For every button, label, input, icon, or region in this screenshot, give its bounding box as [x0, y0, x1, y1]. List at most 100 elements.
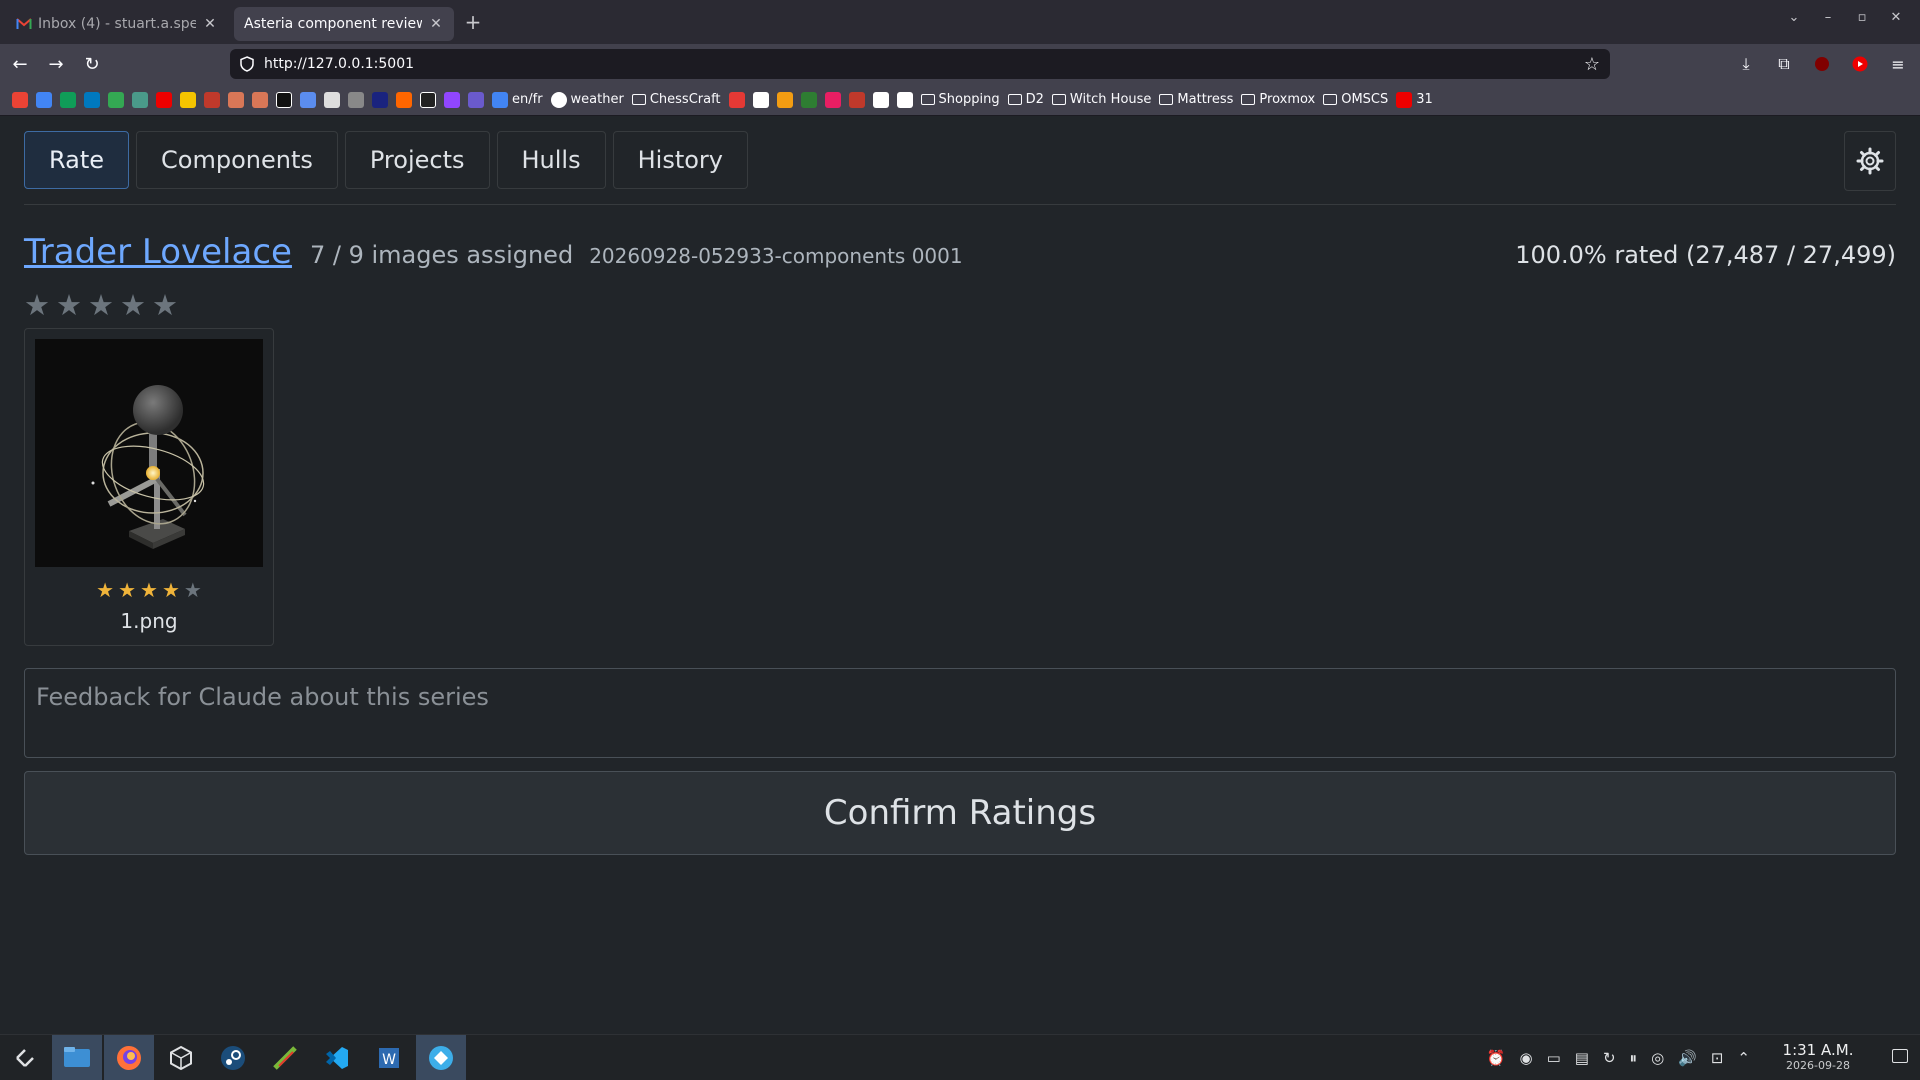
x-bookmark-icon[interactable]	[848, 91, 865, 108]
app-icon[interactable]	[260, 1035, 310, 1080]
firefox-icon[interactable]	[104, 1034, 154, 1080]
app-launcher-icon[interactable]	[0, 1035, 50, 1080]
tab-list-icon[interactable]: ⌄	[1784, 10, 1804, 25]
openai-bookmark-icon[interactable]	[324, 91, 340, 108]
extensions-icon[interactable]: ⧉	[1772, 48, 1796, 80]
claude-bookmark-icon[interactable]	[252, 91, 268, 108]
app-bookmark-icon[interactable]	[824, 91, 841, 108]
bookmark-enfr[interactable]: en/fr	[492, 91, 543, 108]
bookmark-folder-witch-house[interactable]: Witch House	[1051, 92, 1151, 107]
volume-icon[interactable]: 🔊	[1678, 1049, 1697, 1067]
close-window-icon[interactable]: ✕	[1886, 10, 1906, 25]
close-tab-icon[interactable]: ✕	[202, 16, 218, 32]
star-4[interactable]: ★	[162, 578, 180, 602]
vpn-icon[interactable]: ◉	[1520, 1049, 1533, 1067]
app-bookmark-icon[interactable]	[348, 91, 364, 108]
ublock-icon[interactable]	[1810, 48, 1834, 80]
browser-tab-asteria[interactable]: Asteria component review ✕	[234, 7, 454, 41]
forward-icon[interactable]: →	[40, 48, 72, 80]
settings-button[interactable]	[1844, 131, 1896, 191]
series-title-link[interactable]: Trader Lovelace	[24, 232, 292, 272]
bookmark-folder-mattress[interactable]: Mattress	[1159, 92, 1233, 107]
star-3[interactable]: ★	[88, 288, 114, 322]
youtube-icon[interactable]	[1848, 48, 1872, 80]
star-5[interactable]: ★	[152, 288, 178, 322]
network-icon[interactable]: ⊡	[1711, 1049, 1724, 1067]
star-2[interactable]: ★	[56, 288, 82, 322]
bookmark-folder-omscs[interactable]: OMSCS	[1323, 92, 1388, 107]
a-bookmark-icon[interactable]	[896, 91, 913, 108]
close-tab-icon[interactable]: ✕	[428, 16, 444, 32]
maximize-icon[interactable]: ▫	[1852, 10, 1872, 25]
unity-icon[interactable]	[156, 1035, 206, 1080]
app-bookmark-icon[interactable]	[420, 91, 436, 108]
star-4[interactable]: ★	[120, 288, 146, 322]
media-icon[interactable]: ⏸	[1630, 1049, 1638, 1067]
claude-bookmark-icon[interactable]	[228, 91, 244, 108]
bookmark-folder-d2[interactable]: D2	[1007, 92, 1044, 107]
star-1[interactable]: ★	[24, 288, 50, 322]
bookmark-star-icon[interactable]: ☆	[1584, 54, 1600, 75]
tab-projects[interactable]: Projects	[344, 131, 490, 189]
3d-bookmark-icon[interactable]	[180, 91, 196, 108]
browser-app-icon[interactable]	[416, 1034, 466, 1080]
address-bar[interactable]: http://127.0.0.1:5001 ☆	[230, 49, 1610, 79]
reload-icon[interactable]: ↻	[76, 48, 108, 80]
filter-bookmark-icon[interactable]	[776, 91, 793, 108]
gemini-bookmark-icon[interactable]	[300, 91, 316, 108]
notifications-icon[interactable]: ⏰	[1487, 1049, 1506, 1067]
vscode-icon[interactable]	[312, 1035, 362, 1080]
feedback-textarea[interactable]	[24, 668, 1896, 758]
bookmark-folder-proxmox[interactable]: Proxmox	[1241, 92, 1315, 107]
gmail-bookmark-icon[interactable]	[12, 91, 28, 108]
tab-components[interactable]: Components	[136, 131, 338, 189]
tray-expand-icon[interactable]: ⌃	[1737, 1049, 1750, 1067]
clock[interactable]: 1:31 A.M. 2026-09-28	[1778, 1041, 1858, 1072]
taskbar: W ⏰ ◉ ▭ ▤ ↻ ⏸ ◎ 🔊 ⊡ ⌃ 1:31 A.M. 2026-09-…	[0, 1034, 1920, 1080]
star-3[interactable]: ★	[140, 578, 158, 602]
download-icon[interactable]: ⤓	[1734, 48, 1758, 80]
bookmark-31[interactable]: 31	[1396, 91, 1433, 108]
tab-rate[interactable]: Rate	[24, 131, 130, 189]
sync-icon[interactable]: ↻	[1603, 1049, 1616, 1067]
menu-icon[interactable]: ≡	[1886, 48, 1910, 80]
show-desktop-icon[interactable]	[1892, 1049, 1908, 1063]
bookmark-folder-chesscraft[interactable]: ChessCraft	[631, 92, 721, 107]
new-tab-button[interactable]: +	[458, 10, 488, 34]
calendar-bookmark-icon[interactable]	[36, 91, 52, 108]
app-bookmark-icon[interactable]	[276, 91, 292, 108]
w-bookmark-icon[interactable]	[872, 91, 889, 108]
translate-icon	[492, 91, 508, 108]
star-5[interactable]: ★	[184, 578, 202, 602]
bookmark-weather[interactable]: weather	[550, 91, 624, 108]
td-bookmark-icon[interactable]	[800, 91, 817, 108]
back-icon[interactable]: ←	[4, 48, 36, 80]
tab-history[interactable]: History	[612, 131, 748, 189]
component-thumbnail[interactable]	[35, 339, 263, 567]
app-bookmark-icon[interactable]	[204, 91, 220, 108]
file-manager-icon[interactable]	[52, 1034, 102, 1080]
terminal-icon[interactable]: ▭	[1547, 1049, 1561, 1067]
app-bookmark-icon[interactable]	[752, 91, 769, 108]
ycombinator-bookmark-icon[interactable]	[396, 91, 412, 108]
bookmark-folder-shopping[interactable]: Shopping	[920, 92, 1000, 107]
star-2[interactable]: ★	[118, 578, 136, 602]
confirm-ratings-button[interactable]: Confirm Ratings	[24, 771, 1896, 855]
app-bookmark-icon[interactable]	[728, 91, 745, 108]
trello-bookmark-icon[interactable]	[84, 91, 100, 108]
minimize-icon[interactable]: –	[1818, 10, 1838, 25]
app-bookmark-icon[interactable]	[372, 91, 388, 108]
star-1[interactable]: ★	[96, 578, 114, 602]
browser-tab-inbox[interactable]: Inbox (4) - stuart.a.spence@ ✕	[6, 6, 228, 42]
drive-bookmark-icon[interactable]	[60, 91, 76, 108]
app-bookmark-icon[interactable]	[132, 91, 148, 108]
tab-hulls[interactable]: Hulls	[496, 131, 606, 189]
steam-icon[interactable]	[208, 1035, 258, 1080]
discover-icon[interactable]: ◎	[1651, 1049, 1664, 1067]
app-bookmark-icon[interactable]	[468, 91, 484, 108]
twitch-bookmark-icon[interactable]	[444, 91, 460, 108]
maps-bookmark-icon[interactable]	[108, 91, 124, 108]
clipboard-icon[interactable]: ▤	[1575, 1049, 1589, 1067]
youtube-bookmark-icon[interactable]	[156, 91, 172, 108]
writer-icon[interactable]: W	[364, 1035, 414, 1080]
